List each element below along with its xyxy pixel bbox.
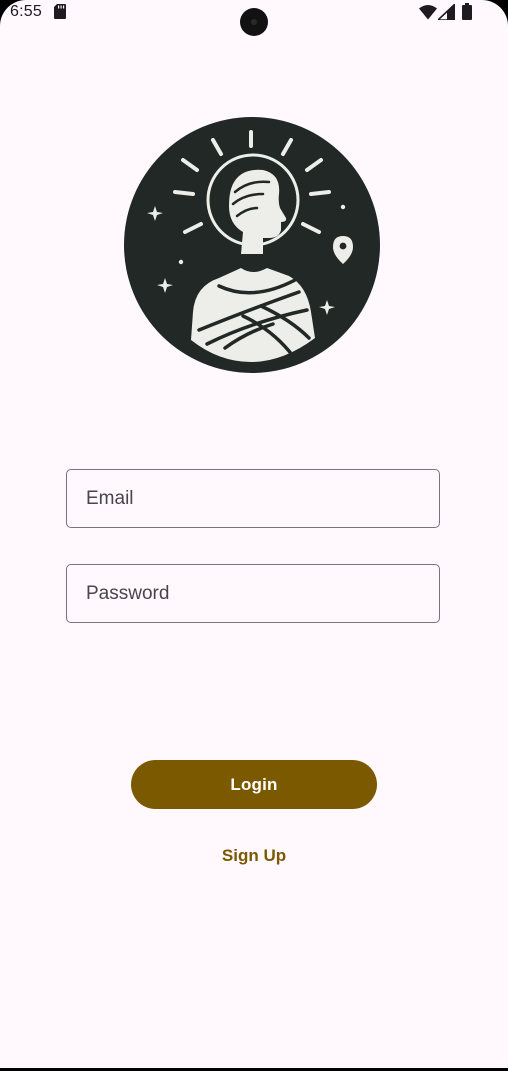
status-bar: 6:55 xyxy=(0,0,508,36)
status-time: 6:55 xyxy=(10,3,42,20)
signup-button[interactable]: Sign Up xyxy=(194,836,314,876)
statue-bust-logo xyxy=(124,117,380,373)
wifi-icon xyxy=(419,5,437,20)
login-screen: 6:55 Email Login Sign Up xyxy=(0,0,508,1068)
sd-card-icon xyxy=(54,4,66,19)
battery-icon xyxy=(462,3,472,20)
login-button[interactable]: Login xyxy=(131,760,377,809)
front-camera xyxy=(240,8,268,36)
email-field[interactable] xyxy=(66,469,440,528)
signal-icon xyxy=(438,4,455,20)
password-input[interactable] xyxy=(67,565,439,622)
password-field[interactable] xyxy=(66,564,440,623)
email-input[interactable] xyxy=(67,470,439,527)
